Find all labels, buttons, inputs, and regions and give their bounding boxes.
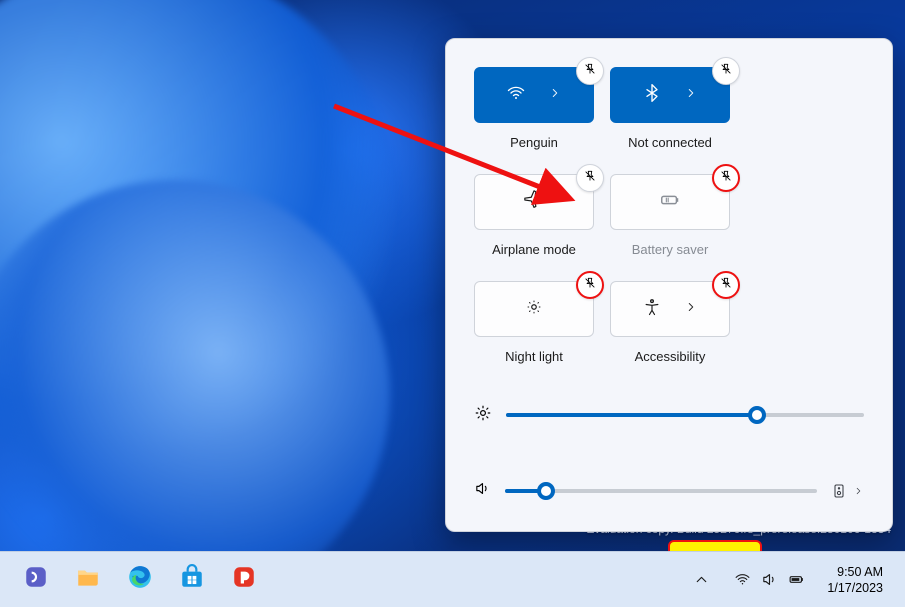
recorder-icon [231, 564, 257, 595]
accessibility-icon [642, 297, 662, 322]
brightness-slider[interactable] [506, 413, 864, 417]
unpin-icon [719, 169, 733, 188]
taskbar-explorer[interactable] [66, 560, 110, 600]
wifi-icon [506, 83, 526, 108]
unpin-button-airplane[interactable] [576, 164, 604, 192]
chat-icon [23, 564, 49, 595]
unpin-button-bluetooth[interactable] [712, 57, 740, 85]
unpin-button-accessibility[interactable] [712, 271, 740, 299]
volume-slider-row [474, 476, 864, 506]
edge-icon [127, 564, 153, 595]
airplane-label: Airplane mode [474, 242, 594, 257]
quick-settings-sliders [474, 364, 864, 522]
tile-bluetooth: Not connected [610, 67, 730, 150]
clock-time: 9:50 AM [827, 564, 883, 580]
taskbar-apps [14, 560, 266, 600]
wifi-label: Penguin [474, 135, 594, 150]
volume-slider[interactable] [505, 489, 817, 493]
chevron-right-icon [684, 300, 698, 319]
folder-icon [75, 564, 101, 595]
bluetooth-label: Not connected [610, 135, 730, 150]
taskbar-recorder[interactable] [222, 560, 266, 600]
chevron-right-icon [684, 86, 698, 105]
brightness-icon [474, 404, 492, 427]
accessibility-label: Accessibility [610, 349, 730, 364]
night-light-icon [525, 298, 543, 321]
taskbar: 9:50 AM 1/17/2023 [0, 551, 905, 607]
taskbar-clock[interactable]: 9:50 AM 1/17/2023 [819, 564, 891, 596]
airplane-icon [523, 189, 545, 216]
tile-wifi: Penguin [474, 67, 594, 150]
wifi-icon [734, 571, 751, 588]
unpin-icon [583, 276, 597, 295]
clock-date: 1/17/2023 [827, 580, 883, 596]
taskbar-edge[interactable] [118, 560, 162, 600]
quick-settings-flyout: Penguin Not connected Airplane mode Battery… [445, 38, 893, 532]
unpin-icon [719, 276, 733, 295]
quick-settings-tiles: Penguin Not connected Airplane mode Battery… [474, 67, 864, 364]
battery-saver-icon [659, 189, 681, 216]
tray-overflow-button[interactable] [683, 560, 720, 600]
unpin-button-battery-saver[interactable] [712, 164, 740, 192]
volume-output-button[interactable] [831, 483, 864, 499]
battery-saver-label: Battery saver [610, 242, 730, 257]
battery-icon [788, 571, 805, 588]
speaker-icon [474, 480, 491, 502]
night-light-label: Night light [474, 349, 594, 364]
tile-accessibility: Accessibility [610, 281, 730, 364]
taskbar-chat[interactable] [14, 560, 58, 600]
tile-night-light: Night light [474, 281, 594, 364]
unpin-icon [583, 169, 597, 188]
tile-airplane: Airplane mode [474, 174, 594, 257]
tray-network-volume-battery[interactable] [724, 560, 815, 600]
unpin-icon [583, 62, 597, 81]
taskbar-tray: 9:50 AM 1/17/2023 [683, 560, 891, 600]
brightness-slider-row [474, 400, 864, 430]
unpin-button-night-light[interactable] [576, 271, 604, 299]
unpin-icon [719, 62, 733, 81]
speaker-icon [761, 571, 778, 588]
taskbar-store[interactable] [170, 560, 214, 600]
chevron-right-icon [548, 86, 562, 105]
bluetooth-icon [642, 83, 662, 108]
unpin-button-wifi[interactable] [576, 57, 604, 85]
store-icon [179, 564, 205, 595]
tile-battery-saver: Battery saver [610, 174, 730, 257]
